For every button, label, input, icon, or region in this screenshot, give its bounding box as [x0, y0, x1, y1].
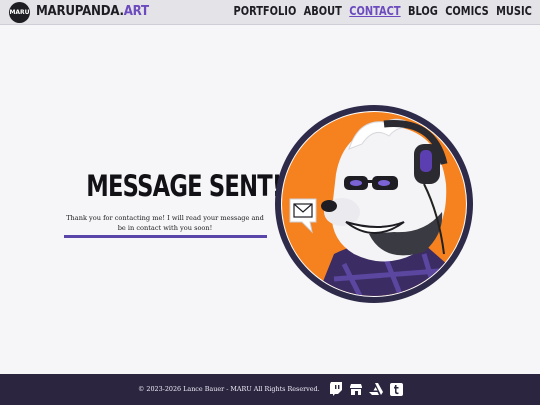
page-title: MESSAGE SENT! — [86, 169, 282, 203]
nav-item-comics[interactable]: COMICS — [445, 4, 489, 18]
storefront-icon[interactable] — [349, 382, 363, 396]
copyright-text: © 2023-2026 Lance Bauer - MARU All Right… — [138, 385, 320, 393]
confirmation-message: Thank you for contacting me! I will read… — [66, 214, 264, 232]
brand-accent: ART — [123, 3, 149, 19]
brand-main: MARUPANDA. — [36, 3, 124, 19]
tumblr-icon[interactable] — [389, 382, 403, 396]
nav-item-about[interactable]: ABOUT — [304, 4, 342, 18]
nav-item-contact[interactable]: CONTACT — [349, 4, 400, 18]
divider — [64, 235, 267, 238]
artstation-icon[interactable] — [369, 382, 383, 396]
site-footer: © 2023-2026 Lance Bauer - MARU All Right… — [0, 374, 540, 405]
nav-item-blog[interactable]: BLOG — [408, 4, 438, 18]
nav-item-music[interactable]: MUSIC — [496, 4, 532, 18]
logo-badge-text: MARU — [9, 9, 30, 16]
social-links — [329, 382, 403, 396]
brand-name[interactable]: MARUPANDA.ART — [36, 3, 149, 19]
logo-badge[interactable]: MARU — [9, 2, 30, 23]
avatar-svg — [275, 105, 473, 303]
nav-item-portfolio[interactable]: PORTFOLIO — [234, 4, 297, 18]
site-header: MARU MARUPANDA.ART PORTFOLIO ABOUT CONTA… — [0, 0, 540, 25]
twitch-icon[interactable] — [329, 382, 343, 396]
main-nav: PORTFOLIO ABOUT CONTACT BLOG COMICS MUSI… — [226, 4, 532, 18]
panda-avatar-illustration — [274, 104, 474, 304]
